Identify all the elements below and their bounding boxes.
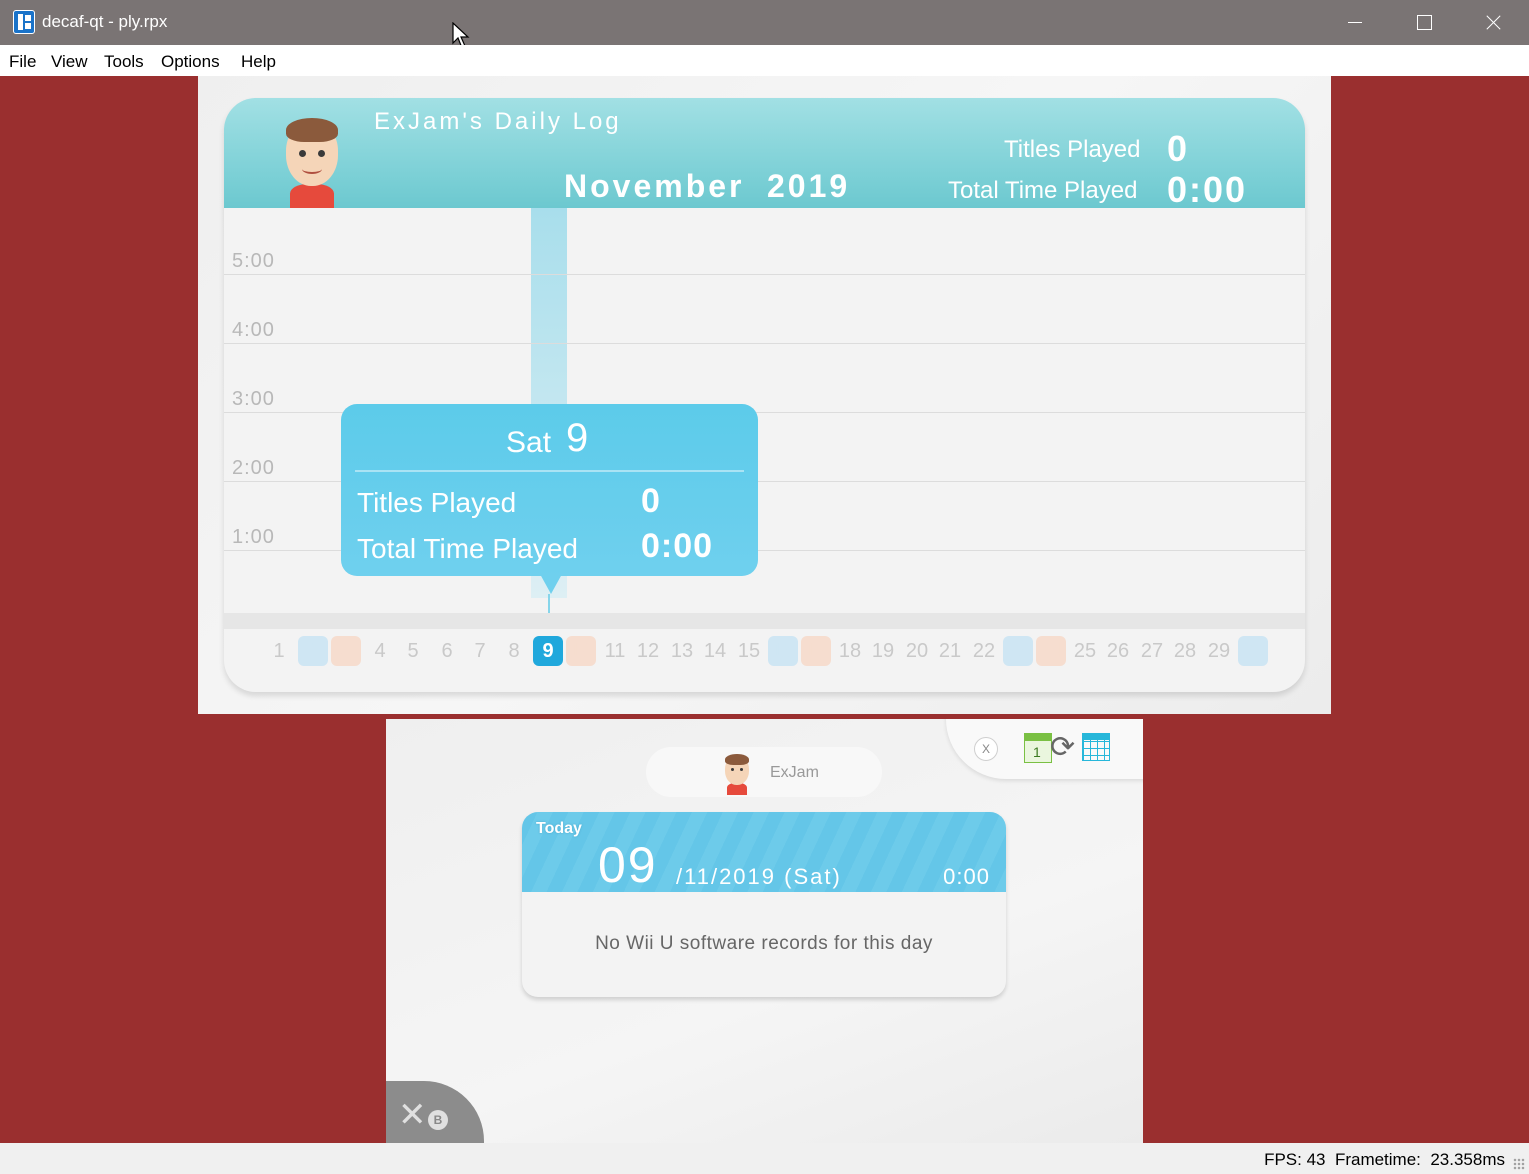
daily-log-header: ExJam's Daily Log November 2019 Titles P… (224, 98, 1305, 210)
day-cell[interactable]: 8 (499, 636, 529, 666)
gamepad-screen: X 1 ⟳ ExJam Today 09 /11/2019 (Sat) 0:00… (386, 719, 1143, 1143)
status-bar: FPS: 43 Frametime: 23.358ms (0, 1143, 1529, 1174)
day-cell[interactable]: 14 (700, 636, 730, 666)
tooltip-pointer-line (548, 594, 550, 614)
day-cell[interactable]: 22 (969, 636, 999, 666)
day-cell[interactable]: 21 (935, 636, 965, 666)
mii-avatar (280, 116, 344, 208)
day-cell[interactable]: 1 (264, 636, 294, 666)
day-strip: 1 2 3 4 5 6 7 8 9 10 11 12 13 14 15 16 1… (224, 636, 1305, 668)
day-cell[interactable]: 24 (1036, 636, 1066, 666)
today-card-header: Today 09 /11/2019 (Sat) 0:00 (522, 812, 1006, 893)
day-cell[interactable]: 4 (365, 636, 395, 666)
day-cell[interactable]: 3 (331, 636, 361, 666)
resize-grip-icon[interactable] (1513, 1158, 1525, 1170)
month-calendar-icon[interactable] (1082, 733, 1110, 761)
day-cell[interactable]: 11 (600, 636, 630, 666)
back-x-icon: ✕ (398, 1096, 427, 1134)
log-title: ExJam's Daily Log (374, 108, 622, 135)
menu-view[interactable]: View (51, 52, 88, 72)
day-cell[interactable]: 30 (1238, 636, 1268, 666)
menu-file[interactable]: File (9, 52, 36, 72)
day-cell[interactable]: 20 (902, 636, 932, 666)
log-year: 2019 (767, 168, 851, 204)
tooltip-divider (355, 470, 744, 472)
day-cell[interactable]: 10 (566, 636, 596, 666)
titles-played-label: Titles Played (1004, 136, 1141, 163)
tooltip-time-value: 0:00 (641, 527, 714, 565)
minimize-button[interactable] (1318, 0, 1388, 45)
day-tooltip: Sat 9 Titles Played 0 Total Time Played … (341, 404, 758, 576)
day-cell[interactable]: 18 (835, 636, 865, 666)
day-cell[interactable]: 25 (1070, 636, 1100, 666)
hour-label: 5:00 (232, 250, 275, 272)
day-cell[interactable]: 6 (432, 636, 462, 666)
day-cell[interactable]: 26 (1103, 636, 1133, 666)
b-button-icon: B (428, 1110, 448, 1130)
day-cell[interactable]: 15 (734, 636, 764, 666)
card-day: 09 (598, 837, 658, 893)
decaf-app-icon (13, 10, 35, 34)
log-month: November (564, 168, 745, 204)
today-label: Today (536, 820, 582, 837)
user-name: ExJam (770, 764, 819, 781)
tooltip-pointer (540, 574, 562, 594)
day-cell[interactable]: 17 (801, 636, 831, 666)
tooltip-weekday: Sat (506, 426, 552, 459)
mii-avatar-small (722, 753, 752, 795)
close-window-button[interactable] (1458, 0, 1528, 45)
menu-bar: File View Tools Options Help (0, 45, 1529, 76)
day-cell[interactable]: 19 (868, 636, 898, 666)
no-records-message: No Wii U software records for this day (595, 933, 933, 954)
day-cell-selected[interactable]: 9 (533, 636, 563, 666)
hour-label: 1:00 (232, 526, 275, 548)
tv-screen: ExJam's Daily Log November 2019 Titles P… (198, 76, 1331, 714)
day-cell[interactable]: 12 (633, 636, 663, 666)
day-cell[interactable]: 2 (298, 636, 328, 666)
total-time-value: 0:00 (1167, 169, 1248, 210)
switch-view-icon[interactable]: ⟳ (1050, 733, 1080, 763)
window-title: decaf-qt - ply.rpx (42, 12, 168, 31)
tooltip-titles-label: Titles Played (357, 487, 517, 518)
tooltip-time-label: Total Time Played (357, 533, 578, 564)
fps-status: FPS: 43 Frametime: 23.358ms (1264, 1150, 1505, 1169)
close-x-button[interactable]: X (974, 737, 998, 761)
day-cell[interactable]: 13 (667, 636, 697, 666)
back-button[interactable]: ✕ B (386, 1081, 484, 1143)
user-pill: ExJam (646, 747, 882, 797)
menu-tools[interactable]: Tools (104, 52, 144, 72)
day-cell[interactable]: 23 (1003, 636, 1033, 666)
hour-label: 4:00 (232, 319, 275, 341)
tooltip-day: 9 (566, 416, 589, 460)
day-cell[interactable]: 7 (465, 636, 495, 666)
menu-options[interactable]: Options (161, 52, 220, 72)
day-scrubber-track[interactable] (224, 613, 1305, 629)
card-date: /11/2019 (Sat) (676, 864, 842, 889)
maximize-button[interactable] (1388, 0, 1458, 45)
titles-played-value: 0 (1167, 128, 1190, 169)
hour-label: 3:00 (232, 388, 275, 410)
tooltip-titles-value: 0 (641, 482, 661, 520)
card-time: 0:00 (943, 864, 990, 889)
day-calendar-icon[interactable]: 1 (1024, 733, 1052, 763)
day-cell[interactable]: 28 (1170, 636, 1200, 666)
day-cell[interactable]: 29 (1204, 636, 1234, 666)
day-cell[interactable]: 16 (768, 636, 798, 666)
day-cell[interactable]: 5 (398, 636, 428, 666)
calendar-day-number: 1 (1033, 744, 1041, 760)
total-time-label: Total Time Played (948, 177, 1138, 204)
gridline (224, 274, 1305, 275)
hour-label: 2:00 (232, 457, 275, 479)
menu-help[interactable]: Help (241, 52, 276, 72)
gridline (224, 343, 1305, 344)
window-titlebar[interactable]: decaf-qt - ply.rpx (0, 0, 1529, 45)
day-cell[interactable]: 27 (1137, 636, 1167, 666)
